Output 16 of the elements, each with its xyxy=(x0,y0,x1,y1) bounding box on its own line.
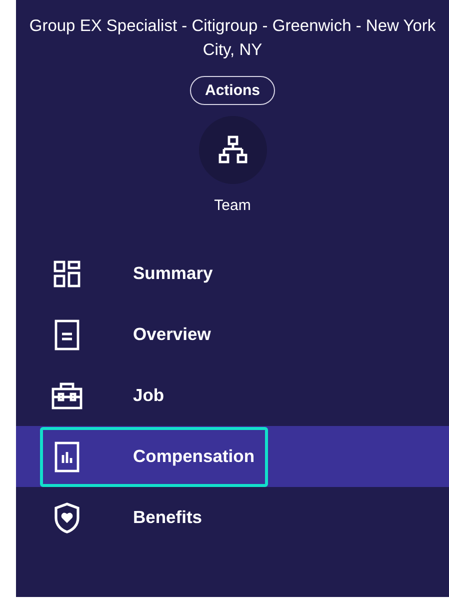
team-label: Team xyxy=(214,197,251,214)
org-chart-icon xyxy=(218,135,248,165)
position-title: Group EX Specialist - Citigroup - Greenwich - New York City, NY xyxy=(28,16,437,61)
actions-button[interactable]: Actions xyxy=(190,76,275,105)
toolbox-icon xyxy=(51,380,83,410)
nav-item[interactable]: Overview xyxy=(16,304,449,365)
grid-icon xyxy=(51,260,83,288)
nav-item[interactable]: Benefits xyxy=(16,487,449,548)
nav-item[interactable]: Summary xyxy=(16,243,449,304)
nav-item[interactable]: Compensation xyxy=(16,426,449,487)
nav-item[interactable]: Job xyxy=(16,365,449,426)
nav-label: Summary xyxy=(133,263,213,284)
nav-label: Benefits xyxy=(133,507,202,528)
nav-label: Overview xyxy=(133,324,211,345)
nav-label: Compensation xyxy=(133,446,255,467)
nav-label: Job xyxy=(133,385,164,406)
